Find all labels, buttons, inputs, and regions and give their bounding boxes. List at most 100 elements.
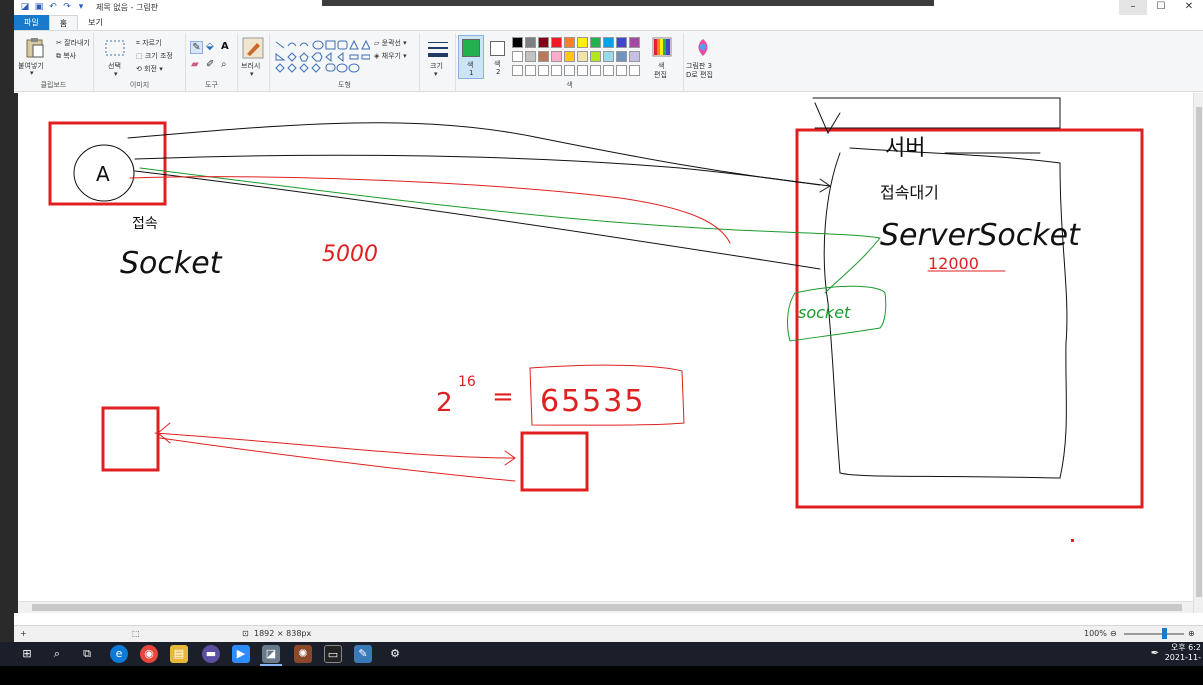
vertical-scrollbar[interactable] <box>1193 93 1203 613</box>
brush-icon[interactable] <box>242 37 264 59</box>
app-icon-7[interactable]: ✺ <box>294 645 312 663</box>
palette-color[interactable] <box>603 51 614 62</box>
paint-app-icon: ◪ <box>20 2 30 12</box>
notepad-icon[interactable]: ✎ <box>354 645 372 663</box>
zoom-in-icon[interactable]: ⊕ <box>1188 629 1195 638</box>
resize-button[interactable]: ⬚ 크기 조정 <box>136 51 173 61</box>
terminal-icon[interactable]: ▭ <box>324 645 342 663</box>
cut-button[interactable]: ✂ 잘라내기 <box>56 38 90 48</box>
horizontal-scroll-thumb[interactable] <box>32 604 1182 611</box>
shapes-gallery[interactable] <box>274 38 370 80</box>
palette-color[interactable] <box>629 37 640 48</box>
select-icon[interactable] <box>104 37 126 59</box>
start-icon[interactable]: ⊞ <box>18 645 36 663</box>
crop-icon: ⌗ <box>136 39 140 47</box>
palette-color[interactable] <box>564 51 575 62</box>
palette-color[interactable] <box>538 37 549 48</box>
task-view-icon[interactable]: ⧉ <box>78 645 96 663</box>
pen-icon[interactable]: ✒ <box>1146 645 1164 663</box>
minimize-button[interactable]: – <box>1119 0 1147 15</box>
crop-label: 자르기 <box>142 39 162 47</box>
palette-color[interactable] <box>577 37 588 48</box>
pencil-icon[interactable]: ✎ <box>190 41 203 54</box>
palette-color[interactable] <box>512 37 523 48</box>
palette-color[interactable] <box>590 37 601 48</box>
palette-custom-slot[interactable] <box>538 65 549 76</box>
edge-browser-icon[interactable]: e <box>110 645 128 663</box>
crop-button[interactable]: ⌗ 자르기 <box>136 38 162 48</box>
brushes-dropdown-icon[interactable]: ▾ <box>250 70 254 78</box>
taskbar-clock[interactable]: 오후 6:2 2021-11- <box>1165 643 1201 663</box>
zoom-slider-thumb[interactable] <box>1162 628 1167 639</box>
text-tool-icon[interactable]: A <box>221 41 229 52</box>
palette-custom-slot[interactable] <box>551 65 562 76</box>
paste-dropdown-icon[interactable]: ▾ <box>30 69 34 77</box>
maximize-button[interactable]: ☐ <box>1147 0 1175 15</box>
palette-color[interactable] <box>538 51 549 62</box>
color1-button[interactable]: 색 1 <box>458 35 484 79</box>
tab-home[interactable]: 홈 <box>48 15 79 30</box>
zoom-app-icon[interactable]: ▶ <box>232 645 250 663</box>
server-outline <box>823 147 1068 479</box>
customize-qat-icon[interactable]: ▾ <box>76 2 86 12</box>
palette-custom-slot[interactable] <box>603 65 614 76</box>
palette-color[interactable] <box>577 51 588 62</box>
rotate-button[interactable]: ⟲ 회전 ▾ <box>136 64 163 74</box>
save-icon[interactable]: ▣ <box>34 2 44 12</box>
palette-color[interactable] <box>629 51 640 62</box>
zoom-slider-track[interactable] <box>1124 633 1184 635</box>
magnifier-icon[interactable]: ⌕ <box>221 59 227 70</box>
fill-button[interactable]: ◈ 채우기 ▾ <box>374 51 407 61</box>
paste-icon[interactable] <box>24 37 46 59</box>
fill-bucket-icon[interactable]: ⬙ <box>206 41 214 52</box>
chrome-icon[interactable]: ◉ <box>140 645 158 663</box>
vertical-scroll-thumb[interactable] <box>1196 107 1202 597</box>
copy-button[interactable]: ⧉ 복사 <box>56 51 76 61</box>
palette-custom-slot[interactable] <box>616 65 627 76</box>
search-icon[interactable]: ⌕ <box>48 645 66 663</box>
settings-gear-icon[interactable]: ⚙ <box>386 645 404 663</box>
color-picker-icon[interactable]: ✐ <box>206 59 214 70</box>
paint3d-line2[interactable]: D로 편집 <box>686 70 713 80</box>
palette-color[interactable] <box>616 37 627 48</box>
left-small-box <box>101 406 160 472</box>
horizontal-scrollbar[interactable] <box>18 601 1193 613</box>
quick-access-toolbar: ◪ ▣ ↶ ↷ ▾ <box>20 2 86 12</box>
palette-custom-slot[interactable] <box>629 65 640 76</box>
palette-color[interactable] <box>551 51 562 62</box>
undo-icon[interactable]: ↶ <box>48 2 58 12</box>
select-dropdown-icon[interactable]: ▾ <box>114 70 118 78</box>
eraser-icon[interactable]: ▰ <box>191 59 199 70</box>
palette-custom-slot[interactable] <box>512 65 523 76</box>
palette-custom-slot[interactable] <box>525 65 536 76</box>
palette-color[interactable] <box>590 51 601 62</box>
palette-color[interactable] <box>512 51 523 62</box>
palette-color[interactable] <box>525 37 536 48</box>
drawing-canvas[interactable]: A 접속 Socket 5000 서버 접속대기 ServerSocket 12… <box>18 93 1189 601</box>
line-size-icon[interactable] <box>427 39 449 61</box>
palette-custom-slot[interactable] <box>577 65 588 76</box>
palette-color[interactable] <box>551 37 562 48</box>
close-button[interactable]: ✕ <box>1175 0 1203 15</box>
palette-color[interactable] <box>564 37 575 48</box>
color2-button[interactable]: 색 2 <box>486 35 512 79</box>
tab-file[interactable]: 파일 <box>14 15 49 30</box>
edit-colors-line2[interactable]: 편집 <box>654 70 667 80</box>
palette-color[interactable] <box>603 37 614 48</box>
edit-colors-icon[interactable] <box>652 37 672 57</box>
media-app-icon[interactable]: ▬ <box>202 645 220 663</box>
outline-icon: ▱ <box>374 39 380 47</box>
selection-size-icon: ⬚ <box>132 629 140 638</box>
redo-icon[interactable]: ↷ <box>62 2 72 12</box>
paint-taskbar-icon[interactable]: ◪ <box>262 645 280 663</box>
size-dropdown-icon[interactable]: ▾ <box>434 70 438 78</box>
palette-custom-slot[interactable] <box>564 65 575 76</box>
palette-color[interactable] <box>616 51 627 62</box>
palette-color[interactable] <box>525 51 536 62</box>
outline-button[interactable]: ▱ 윤곽선 ▾ <box>374 38 407 48</box>
palette-custom-slot[interactable] <box>590 65 601 76</box>
tab-view[interactable]: 보기 <box>78 15 113 30</box>
zoom-out-icon[interactable]: ⊖ <box>1110 629 1117 638</box>
paint3d-icon[interactable] <box>694 38 712 58</box>
file-explorer-icon[interactable]: ▤ <box>170 645 188 663</box>
